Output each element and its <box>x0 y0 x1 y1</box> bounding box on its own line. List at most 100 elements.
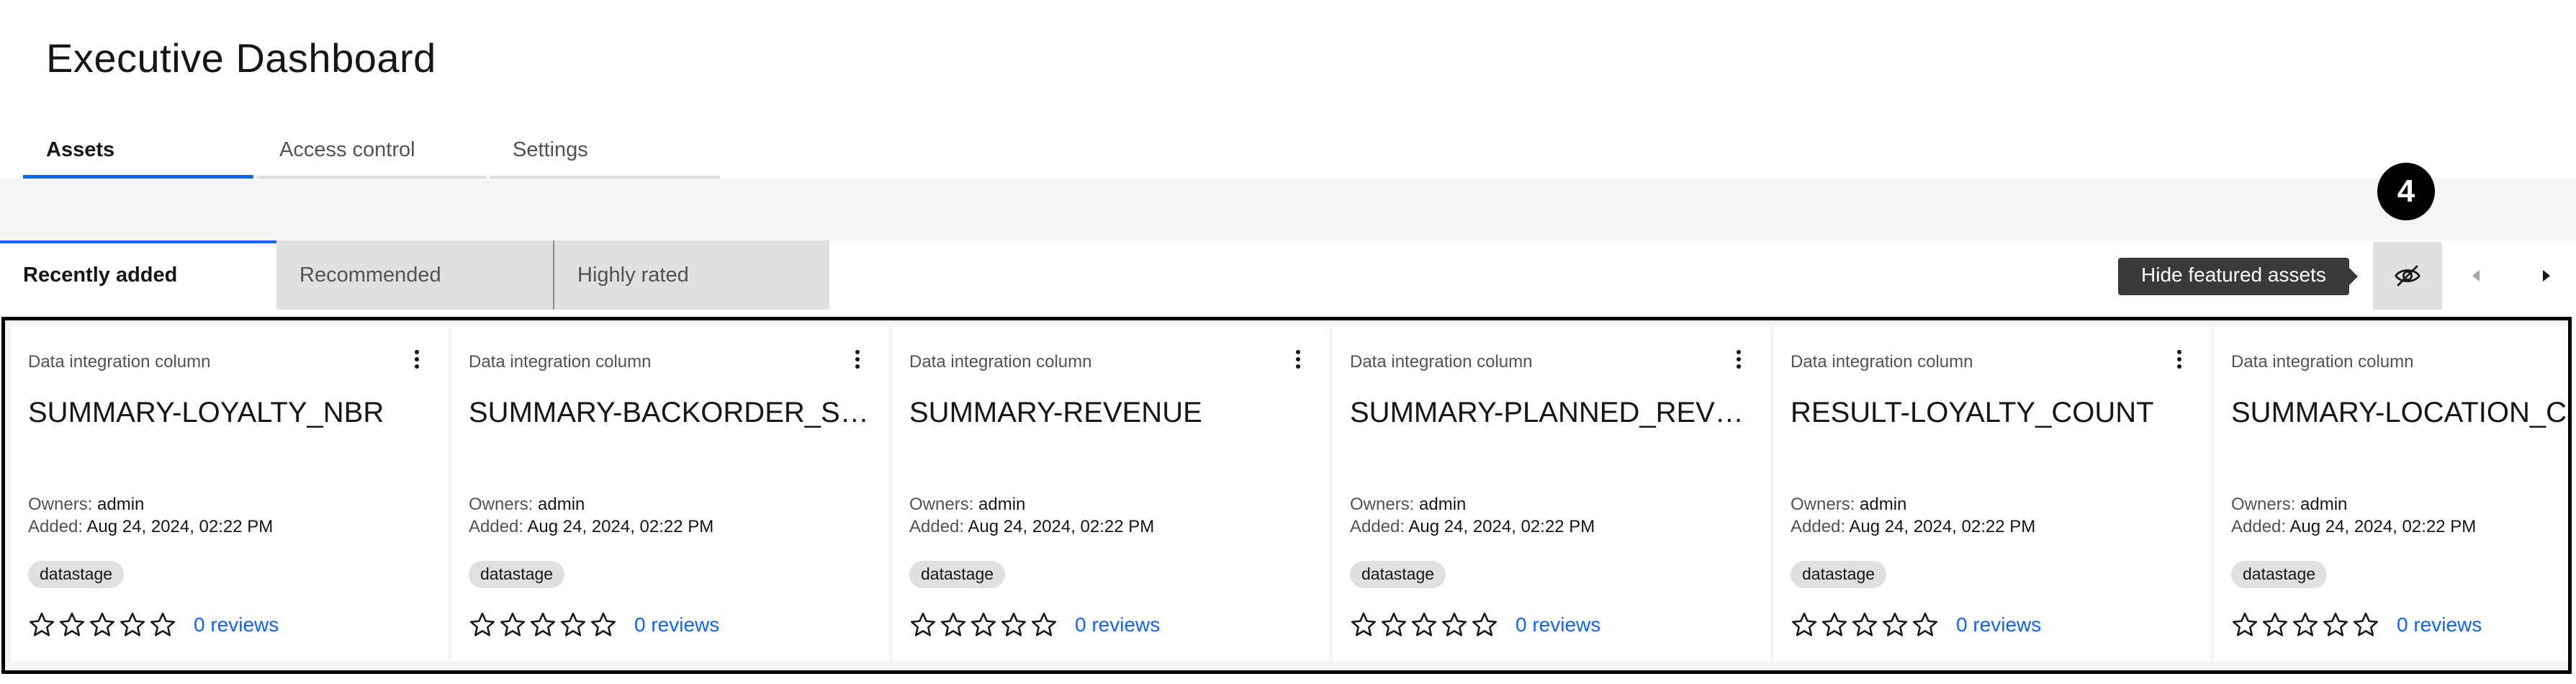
star-icon[interactable] <box>1350 611 1377 639</box>
next-button[interactable] <box>2511 242 2576 310</box>
star-icon[interactable] <box>940 611 967 639</box>
star-icon[interactable] <box>1791 611 1818 639</box>
star-icon[interactable] <box>970 611 997 639</box>
reviews-link[interactable]: 0 reviews <box>194 613 279 636</box>
star-icon[interactable] <box>2352 611 2379 639</box>
tab-access-control[interactable]: Access control <box>256 130 487 179</box>
asset-rating: 0 reviews <box>2231 611 2482 639</box>
star-icon[interactable] <box>1471 611 1498 639</box>
overflow-menu-icon[interactable] <box>414 349 420 369</box>
owners-label: Owners: <box>1350 495 1420 514</box>
owners-value: admin <box>1860 495 1907 514</box>
caret-right-icon <box>2543 270 2550 282</box>
star-icon[interactable] <box>1851 611 1878 639</box>
star-icon[interactable] <box>28 611 55 639</box>
reviews-link[interactable]: 0 reviews <box>1956 613 2041 636</box>
asset-added: Added: Aug 24, 2024, 02:22 PM <box>469 517 713 537</box>
overflow-menu-icon[interactable] <box>855 349 860 369</box>
tab-settings[interactable]: Settings <box>490 130 720 179</box>
asset-rating: 0 reviews <box>1350 611 1600 639</box>
overflow-menu-icon[interactable] <box>2176 349 2182 369</box>
asset-title[interactable]: SUMMARY-LOYALTY_NBR <box>28 397 431 429</box>
asset-card[interactable]: Data integration column RESULT-LOYALTY_C… <box>1773 326 2211 662</box>
star-icon[interactable] <box>559 611 587 639</box>
star-icon[interactable] <box>1000 611 1027 639</box>
asset-tag[interactable]: datastage <box>909 561 1006 588</box>
star-icon[interactable] <box>1821 611 1848 639</box>
owners-value: admin <box>978 495 1026 514</box>
tab-bar: Assets Access control Settings <box>23 130 723 179</box>
star-icon[interactable] <box>1380 611 1408 639</box>
asset-tag[interactable]: datastage <box>1350 561 1446 588</box>
asset-owners: Owners: admin <box>1791 495 1906 515</box>
added-label: Added: <box>28 517 87 536</box>
added-label: Added: <box>1791 517 1850 536</box>
owners-value: admin <box>1419 495 1467 514</box>
asset-tag[interactable]: datastage <box>469 561 565 588</box>
asset-type-label: Data integration column <box>1791 352 1973 372</box>
asset-card[interactable]: Data integration column SUMMARY-LOYALTY_… <box>11 326 449 662</box>
star-icon[interactable] <box>2261 611 2289 639</box>
asset-title[interactable]: RESULT-LOYALTY_COUNT <box>1791 397 2194 429</box>
overflow-menu-icon[interactable] <box>1736 349 1742 369</box>
asset-rating: 0 reviews <box>909 611 1160 639</box>
rating-stars <box>1791 611 1942 639</box>
asset-card[interactable]: Data integration column SUMMARY-REVENUE … <box>892 326 1330 662</box>
star-icon[interactable] <box>119 611 146 639</box>
reviews-link[interactable]: 0 reviews <box>1075 613 1160 636</box>
rating-stars <box>469 611 620 639</box>
star-icon[interactable] <box>469 611 496 639</box>
star-icon[interactable] <box>2292 611 2319 639</box>
added-label: Added: <box>469 517 528 536</box>
star-icon[interactable] <box>149 611 176 639</box>
hide-featured-button[interactable] <box>2373 242 2442 310</box>
asset-added: Added: Aug 24, 2024, 02:22 PM <box>2231 517 2476 537</box>
annotation-badge: 4 <box>2377 163 2435 220</box>
asset-card[interactable]: Data integration column SUMMARY-BACKORDE… <box>451 326 889 662</box>
section-band <box>0 179 2576 240</box>
reviews-link[interactable]: 0 reviews <box>2397 613 2482 636</box>
overflow-menu-icon[interactable] <box>1295 349 1301 369</box>
added-value: Aug 24, 2024, 02:22 PM <box>968 517 1155 536</box>
star-icon[interactable] <box>58 611 86 639</box>
star-icon[interactable] <box>2322 611 2349 639</box>
star-icon[interactable] <box>1881 611 1909 639</box>
asset-tag[interactable]: datastage <box>28 561 125 588</box>
star-icon[interactable] <box>1911 611 1939 639</box>
tab-assets[interactable]: Assets <box>23 130 253 179</box>
featured-assets-tabs: Recently added Recommended Highly rated <box>0 240 829 310</box>
added-value: Aug 24, 2024, 02:22 PM <box>1408 517 1595 536</box>
added-label: Added: <box>909 517 968 536</box>
asset-title[interactable]: SUMMARY-BACKORDER_ST... <box>469 397 872 429</box>
asset-title[interactable]: SUMMARY-PLANNED_REVE... <box>1350 397 1753 429</box>
subtab-recommended[interactable]: Recommended <box>276 240 553 310</box>
asset-title[interactable]: SUMMARY-REVENUE <box>909 397 1312 429</box>
subtab-recently-added[interactable]: Recently added <box>0 240 276 310</box>
asset-owners: Owners: admin <box>28 495 144 515</box>
star-icon[interactable] <box>909 611 937 639</box>
asset-added: Added: Aug 24, 2024, 02:22 PM <box>1350 517 1595 537</box>
rating-stars <box>909 611 1060 639</box>
asset-owners: Owners: admin <box>469 495 585 515</box>
asset-card[interactable]: Data integration column SUMMARY-PLANNED_… <box>1333 326 1770 662</box>
star-icon[interactable] <box>590 611 617 639</box>
star-icon[interactable] <box>1410 611 1438 639</box>
subtab-highly-rated[interactable]: Highly rated <box>553 240 829 310</box>
asset-added: Added: Aug 24, 2024, 02:22 PM <box>909 517 1154 537</box>
reviews-link[interactable]: 0 reviews <box>1516 613 1600 636</box>
asset-tag[interactable]: datastage <box>1791 561 1887 588</box>
star-icon[interactable] <box>89 611 116 639</box>
owners-value: admin <box>97 495 145 514</box>
star-icon[interactable] <box>1441 611 1468 639</box>
star-icon[interactable] <box>2231 611 2258 639</box>
previous-button[interactable] <box>2442 242 2511 310</box>
reviews-link[interactable]: 0 reviews <box>634 613 719 636</box>
asset-tag[interactable]: datastage <box>2231 561 2328 588</box>
star-icon[interactable] <box>499 611 526 639</box>
star-icon[interactable] <box>529 611 557 639</box>
asset-added: Added: Aug 24, 2024, 02:22 PM <box>28 517 273 537</box>
star-icon[interactable] <box>1030 611 1058 639</box>
asset-owners: Owners: admin <box>1350 495 1466 515</box>
asset-card[interactable]: Data integration column SUMMARY-LOCATION… <box>2214 326 2568 662</box>
asset-title[interactable]: SUMMARY-LOCATION_COD <box>2231 397 2568 429</box>
